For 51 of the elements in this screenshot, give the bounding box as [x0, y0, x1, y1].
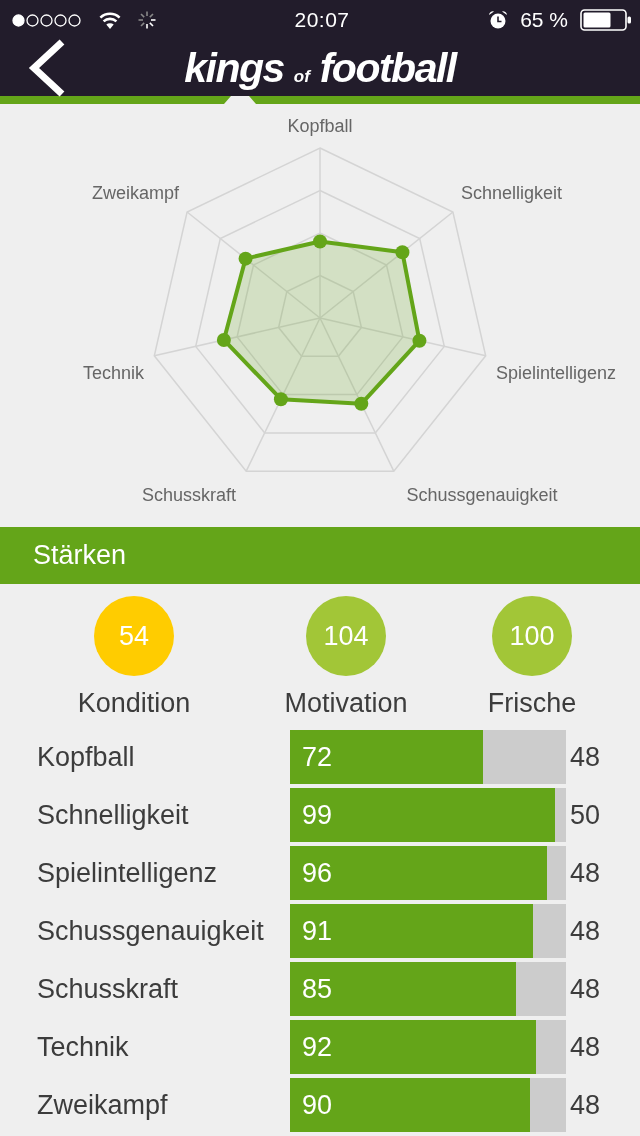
skill-name: Kopfball: [37, 741, 135, 773]
skill-name: Schusskraft: [37, 973, 179, 1005]
skill-name: Schnelligkeit: [37, 799, 189, 831]
radar-point: [238, 251, 253, 266]
radar-axis-label: Schusskraft: [142, 485, 236, 505]
radar-axis-label: Schussgenauigkeit: [406, 485, 558, 505]
signal-strength-icon: [12, 13, 82, 27]
status-time: 20:07: [294, 8, 350, 32]
stat-label: Kondition: [77, 688, 191, 719]
radar-point: [354, 396, 369, 411]
radar-point: [273, 392, 288, 407]
skill-value: 91: [302, 915, 333, 948]
wifi-icon: [98, 11, 122, 29]
radar-point: [395, 245, 410, 260]
skill-reference-value: 48: [570, 1089, 601, 1121]
skill-name: Spielintelligenz: [37, 857, 218, 889]
stat-label: Motivation: [284, 688, 408, 719]
loading-spinner-icon: [138, 11, 156, 29]
stat-value-circle: 54: [94, 596, 174, 676]
radar-point: [216, 332, 231, 347]
radar-point: [313, 234, 327, 249]
radar-axis-label: Kopfball: [287, 116, 353, 136]
stat-value-circle: 104: [306, 596, 386, 676]
radar-point: [412, 333, 427, 348]
section-title: Stärken: [33, 540, 127, 571]
skill-value: 85: [302, 973, 333, 1006]
stat-label: Frische: [487, 688, 577, 719]
skill-reference-value: 50: [570, 799, 601, 831]
skill-reference-value: 48: [570, 741, 601, 773]
skill-reference-value: 48: [570, 973, 601, 1005]
skill-value: 72: [302, 741, 333, 774]
skill-name: Zweikampf: [37, 1089, 168, 1121]
radar-axis-label: Schnelligkeit: [461, 183, 563, 203]
stat-value-circle: 100: [492, 596, 572, 676]
skill-reference-value: 48: [570, 1031, 601, 1063]
skill-name: Technik: [37, 1031, 129, 1063]
skill-reference-value: 48: [570, 857, 601, 889]
alarm-clock-icon: [488, 10, 509, 30]
battery-percentage: 65 %: [520, 8, 568, 32]
chevron-left-icon: [27, 39, 67, 97]
app-logo: kings of football: [184, 47, 456, 89]
skill-name: Schussgenauigkeit: [37, 915, 264, 947]
battery-icon: [580, 9, 632, 31]
skill-reference-value: 48: [570, 915, 601, 947]
radar-axis-label: Spielintelligenz: [496, 363, 617, 383]
skill-value: 96: [302, 857, 333, 890]
skill-value: 90: [302, 1089, 333, 1122]
skill-value: 99: [302, 799, 333, 832]
radar-axis-label: Technik: [82, 363, 144, 383]
radar-axis-label: Zweikampf: [91, 183, 179, 203]
skill-value: 92: [302, 1031, 333, 1064]
